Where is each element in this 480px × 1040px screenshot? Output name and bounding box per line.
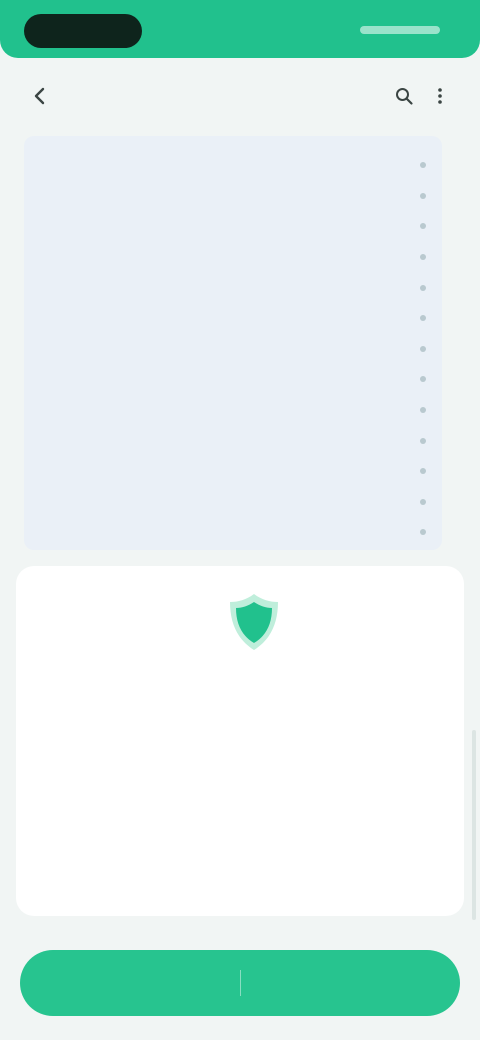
shield-icon (230, 594, 278, 650)
list-item[interactable] (24, 395, 442, 426)
search-icon[interactable] (394, 86, 414, 106)
status-bar (0, 0, 480, 58)
list-item[interactable] (24, 211, 442, 242)
list-panel (24, 136, 442, 550)
chevron-right-icon (420, 284, 426, 291)
list-item[interactable] (24, 181, 442, 212)
chevron-right-icon (420, 192, 426, 199)
bottom-right-button[interactable] (241, 950, 461, 1016)
chevron-right-icon (420, 498, 426, 505)
list-item[interactable] (24, 487, 442, 518)
list-item[interactable] (24, 272, 442, 303)
chevron-right-icon (420, 254, 426, 261)
chevron-right-icon (420, 407, 426, 414)
chevron-right-icon (420, 223, 426, 230)
chevron-right-icon (420, 437, 426, 444)
header (0, 66, 480, 128)
chevron-right-icon (420, 345, 426, 352)
more-icon[interactable] (430, 86, 450, 106)
list-item[interactable] (24, 364, 442, 395)
list-item[interactable] (24, 150, 442, 181)
scrollbar[interactable] (472, 730, 476, 920)
chevron-right-icon (420, 376, 426, 383)
status-time-pill (24, 14, 142, 48)
list-item[interactable] (24, 456, 442, 487)
chevron-right-icon (420, 468, 426, 475)
list-item[interactable] (24, 242, 442, 273)
list-item[interactable] (24, 517, 442, 548)
list-item[interactable] (24, 425, 442, 456)
chevron-right-icon (420, 162, 426, 169)
list-item[interactable] (24, 334, 442, 365)
chevron-right-icon (420, 529, 426, 536)
status-icons (360, 26, 440, 34)
chevron-right-icon (420, 315, 426, 322)
back-arrow-icon[interactable] (30, 86, 50, 106)
info-card (16, 566, 464, 916)
bottom-left-button[interactable] (20, 950, 240, 1016)
list-item[interactable] (24, 303, 442, 334)
bottom-action-bar (20, 950, 460, 1016)
settings-list (24, 136, 442, 548)
